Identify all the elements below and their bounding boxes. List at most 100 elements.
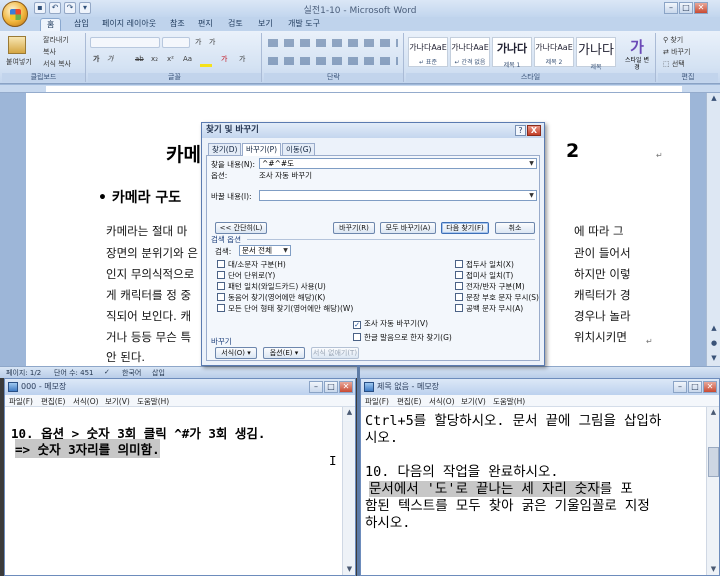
match-suffix-checkbox[interactable]: 접미사 일치(T) (455, 270, 513, 281)
change-styles-button[interactable]: 가 스타일 변경 (624, 36, 650, 71)
style-heading1[interactable]: 가나다 제목 1 (492, 37, 532, 69)
notepad-left-scrollbar[interactable]: ▲ ▼ (342, 407, 355, 575)
prev-page-icon[interactable]: ▲ (708, 323, 720, 334)
notepad-right-scrollbar[interactable]: ▲ ▼ (706, 407, 719, 575)
paste-icon[interactable] (8, 36, 26, 54)
no-formatting-button[interactable]: 서식 없애기(T) (311, 347, 359, 359)
chevron-down-icon[interactable]: ▼ (281, 246, 290, 255)
strikethrough-button[interactable]: ab (132, 54, 147, 65)
ignore-whitespace-checkbox[interactable]: 공백 문자 무시(A) (455, 303, 523, 314)
maximize-icon[interactable]: □ (679, 2, 693, 14)
status-insert-mode[interactable]: 삽입 (152, 368, 165, 378)
word-vertical-scrollbar[interactable]: ▲ ▲ ● ▼ (706, 93, 720, 366)
ignore-punctuation-checkbox[interactable]: 문장 부호 문자 무시(S) (455, 292, 539, 303)
status-language[interactable]: 한국어 (122, 368, 141, 378)
tab-insert[interactable]: 삽입 (68, 18, 95, 31)
chevron-down-icon[interactable]: ▼ (527, 191, 536, 200)
menu-view[interactable]: 보기(V) (105, 396, 130, 407)
menu-edit[interactable]: 편집(E) (41, 396, 65, 407)
subscript-button[interactable]: x₂ (148, 54, 161, 65)
scroll-up-icon[interactable]: ▲ (708, 93, 720, 104)
spelling-icon[interactable]: ✓ (104, 368, 110, 376)
paste-button[interactable]: 붙여넣기 (3, 57, 35, 68)
sounds-like-checkbox[interactable]: 동음어 찾기(영어에만 해당)(K) (217, 292, 325, 303)
tab-view[interactable]: 보기 (252, 18, 279, 31)
copy-button[interactable]: 복사 (40, 47, 59, 58)
tab-find[interactable]: 찾기(D) (208, 143, 242, 155)
wildcards-checkbox[interactable]: 패턴 일치(와일드카드) 사용(U) (217, 281, 326, 292)
format-painter-button[interactable]: 서식 복사 (40, 59, 74, 70)
replace-once-button[interactable]: 바꾸기(R) (333, 222, 375, 234)
replace-all-button[interactable]: 모두 바꾸기(A) (380, 222, 436, 234)
find-what-input[interactable]: ^#^#도 ▼ (259, 158, 537, 169)
find-next-button[interactable]: 다음 찾기(F) (441, 222, 489, 234)
minimize-icon[interactable]: – (309, 381, 323, 393)
cut-button[interactable]: 잘라내기 (40, 35, 72, 46)
bold-button[interactable]: 가 (90, 54, 102, 65)
match-width-checkbox[interactable]: 전자/반자 구분(M) (455, 281, 525, 292)
chevron-down-icon[interactable]: ▼ (527, 159, 536, 168)
scroll-down-icon[interactable]: ▼ (344, 564, 355, 575)
match-prefix-checkbox[interactable]: 접두사 일치(X) (455, 259, 514, 270)
menu-file[interactable]: 파일(F) (365, 396, 389, 407)
match-case-checkbox[interactable]: 대/소문자 구분(H) (217, 259, 286, 270)
superscript-button[interactable]: x² (164, 54, 177, 65)
font-color-button[interactable]: 가 (218, 54, 230, 65)
maximize-icon[interactable]: □ (324, 381, 338, 393)
change-case-button[interactable]: Aa (180, 54, 195, 65)
select-button[interactable]: ⬚ 선택 (660, 59, 688, 70)
tab-replace[interactable]: 바꾸기(P) (242, 143, 282, 156)
tab-references[interactable]: 참조 (164, 18, 191, 31)
menu-edit[interactable]: 편집(E) (397, 396, 421, 407)
close-icon[interactable]: ✕ (694, 2, 708, 14)
less-button[interactable]: << 간단히(L) (215, 222, 267, 234)
menu-format[interactable]: 서식(O) (429, 396, 455, 407)
scroll-thumb[interactable] (708, 447, 719, 477)
josa-auto-replace-checkbox[interactable]: ✓ 조사 자동 바꾸기(V) (353, 318, 428, 329)
scroll-up-icon[interactable]: ▲ (344, 407, 355, 418)
office-button[interactable] (2, 1, 28, 27)
highlight-color-icon[interactable] (200, 64, 212, 67)
scroll-down-icon[interactable]: ▼ (708, 564, 719, 575)
style-no-spacing[interactable]: 가나다AaE ↵ 간격 없음 (450, 37, 490, 67)
tab-review[interactable]: 검토 (222, 18, 249, 31)
menu-file[interactable]: 파일(F) (9, 396, 33, 407)
align-buttons-icon[interactable] (268, 57, 398, 65)
replace-button[interactable]: ⇄ 바꾸기 (660, 47, 693, 58)
style-title[interactable]: 가나다 제목 (576, 37, 616, 71)
style-normal[interactable]: 가나다AaE ↵ 표준 (408, 37, 448, 67)
hangul-hanja-checkbox[interactable]: 한글 말음으로 한자 찾기(G) (353, 332, 452, 343)
shrink-font-button[interactable]: 가 (206, 37, 218, 48)
cancel-button[interactable]: 취소 (495, 222, 535, 234)
find-button[interactable]: ⚲ 찾기 (660, 35, 686, 46)
style-heading2[interactable]: 가나다AaE 제목 2 (534, 37, 574, 67)
search-direction-select[interactable]: 문서 전체 ▼ (239, 245, 291, 256)
status-page[interactable]: 페이지: 1/2 (6, 368, 41, 378)
clear-formatting-button[interactable]: 가 (236, 54, 248, 65)
minimize-icon[interactable]: – (664, 2, 678, 14)
replace-with-input[interactable]: ▼ (259, 190, 537, 201)
tab-page-layout[interactable]: 페이지 레이아웃 (96, 18, 162, 31)
minimize-icon[interactable]: – (673, 381, 687, 393)
font-size-select[interactable] (162, 37, 190, 48)
scroll-up-icon[interactable]: ▲ (708, 407, 719, 418)
tab-developer[interactable]: 개발 도구 (282, 18, 326, 31)
menu-help[interactable]: 도움말(H) (137, 396, 169, 407)
tab-goto[interactable]: 이동(G) (282, 143, 316, 155)
tab-mailings[interactable]: 편지 (192, 18, 219, 31)
menu-format[interactable]: 서식(O) (73, 396, 99, 407)
status-word-count[interactable]: 단어 수: 451 (54, 368, 94, 378)
close-icon[interactable]: ✕ (703, 381, 717, 393)
list-buttons-icon[interactable] (268, 39, 398, 47)
word-forms-checkbox[interactable]: 모든 단어 형태 찾기(영어에만 해당)(W) (217, 303, 353, 314)
menu-help[interactable]: 도움말(H) (493, 396, 525, 407)
dialog-close-button[interactable]: X (527, 125, 541, 136)
font-name-select[interactable] (90, 37, 160, 48)
tab-home[interactable]: 홈 (40, 18, 62, 31)
next-page-icon[interactable]: ▼ (708, 353, 720, 364)
format-button[interactable]: 서식(O) ▾ (215, 347, 257, 359)
help-button[interactable]: ? (515, 125, 526, 136)
special-button[interactable]: 옵션(E) ▾ (263, 347, 305, 359)
menu-view[interactable]: 보기(V) (461, 396, 486, 407)
grow-font-button[interactable]: 가 (192, 37, 204, 48)
